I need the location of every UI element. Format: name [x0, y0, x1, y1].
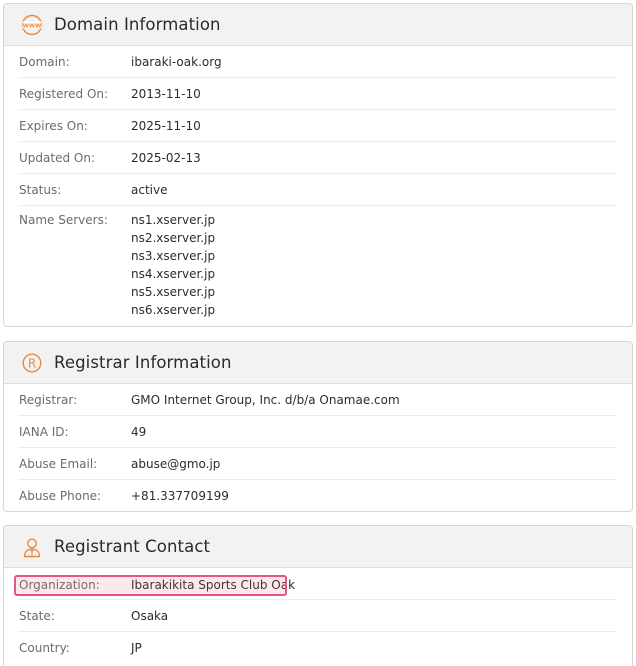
- domain-label: Domain:: [19, 55, 70, 69]
- iana-id-row: IANA ID: 49: [18, 416, 616, 448]
- name-servers-list: ns1.xserver.jp ns2.xserver.jp ns3.xserve…: [131, 211, 215, 319]
- registrant-contact-header: Registrant Contact: [4, 526, 632, 568]
- registrar-information-panel: R Registrar Information Registrar: GMO I…: [3, 341, 633, 512]
- registered-on-label: Registered On:: [19, 87, 109, 101]
- registrar-information-header: R Registrar Information: [4, 342, 632, 384]
- state-row: State: Osaka: [18, 600, 616, 632]
- updated-on-row: Updated On: 2025-02-13: [18, 142, 616, 174]
- domain-information-title: Domain Information: [54, 15, 221, 34]
- person-icon: [21, 536, 43, 558]
- iana-id-value: 49: [131, 425, 147, 439]
- domain-row: Domain: ibaraki-oak.org: [18, 46, 616, 78]
- registrar-label: Registrar:: [19, 393, 78, 407]
- domain-value: ibaraki-oak.org: [131, 55, 222, 69]
- expires-on-value: 2025-11-10: [131, 119, 201, 133]
- registrant-contact-panel: Registrant Contact Organization: Ibaraki…: [3, 525, 633, 666]
- expires-on-label: Expires On:: [19, 119, 88, 133]
- abuse-email-row: Abuse Email: abuse@gmo.jp: [18, 448, 616, 480]
- domain-information-header: WWW Domain Information: [4, 4, 632, 46]
- updated-on-value: 2025-02-13: [131, 151, 201, 165]
- iana-id-label: IANA ID:: [19, 425, 69, 439]
- domain-information-panel: WWW Domain Information Domain: ibaraki-o…: [3, 3, 633, 327]
- country-row: Country: JP: [18, 632, 616, 664]
- name-server-item: ns4.xserver.jp: [131, 267, 216, 281]
- status-label: Status:: [19, 183, 62, 197]
- name-server-item: ns2.xserver.jp: [131, 231, 216, 245]
- name-server-item: ns6.xserver.jp: [131, 303, 216, 317]
- registered-on-value: 2013-11-10: [131, 87, 201, 101]
- state-value: Osaka: [131, 609, 169, 623]
- status-value: active: [131, 183, 168, 197]
- abuse-phone-label: Abuse Phone:: [19, 489, 102, 503]
- registrar-information-title: Registrar Information: [54, 353, 232, 372]
- svg-text:WWW: WWW: [23, 23, 42, 29]
- registrar-value: GMO Internet Group, Inc. d/b/a Onamae.co…: [131, 393, 400, 407]
- country-value: JP: [131, 641, 142, 655]
- registered-r-icon: R: [21, 352, 43, 374]
- updated-on-label: Updated On:: [19, 151, 95, 165]
- abuse-phone-value: +81.337709199: [131, 489, 229, 503]
- name-server-item: ns3.xserver.jp: [131, 249, 216, 263]
- abuse-email-label: Abuse Email:: [19, 457, 98, 471]
- registrant-contact-title: Registrant Contact: [54, 537, 211, 556]
- country-label: Country:: [19, 641, 70, 655]
- organization-value: Ibarakikita Sports Club Oak: [131, 578, 296, 592]
- organization-label: Organization:: [19, 578, 100, 592]
- svg-text:R: R: [28, 356, 36, 370]
- state-label: State:: [19, 609, 55, 623]
- organization-row: Organization: Ibarakikita Sports Club Oa…: [18, 568, 616, 600]
- registered-on-row: Registered On: 2013-11-10: [18, 78, 616, 110]
- abuse-email-value: abuse@gmo.jp: [131, 457, 221, 471]
- name-servers-row: Name Servers: ns1.xserver.jp ns2.xserver…: [18, 206, 616, 319]
- abuse-phone-row: Abuse Phone: +81.337709199: [18, 480, 616, 511]
- registrar-row: Registrar: GMO Internet Group, Inc. d/b/…: [18, 384, 616, 416]
- name-servers-label: Name Servers:: [19, 213, 108, 227]
- name-server-item: ns1.xserver.jp: [131, 213, 216, 227]
- status-row: Status: active: [18, 174, 616, 206]
- expires-on-row: Expires On: 2025-11-10: [18, 110, 616, 142]
- name-server-item: ns5.xserver.jp: [131, 285, 216, 299]
- www-globe-icon: WWW: [21, 14, 43, 36]
